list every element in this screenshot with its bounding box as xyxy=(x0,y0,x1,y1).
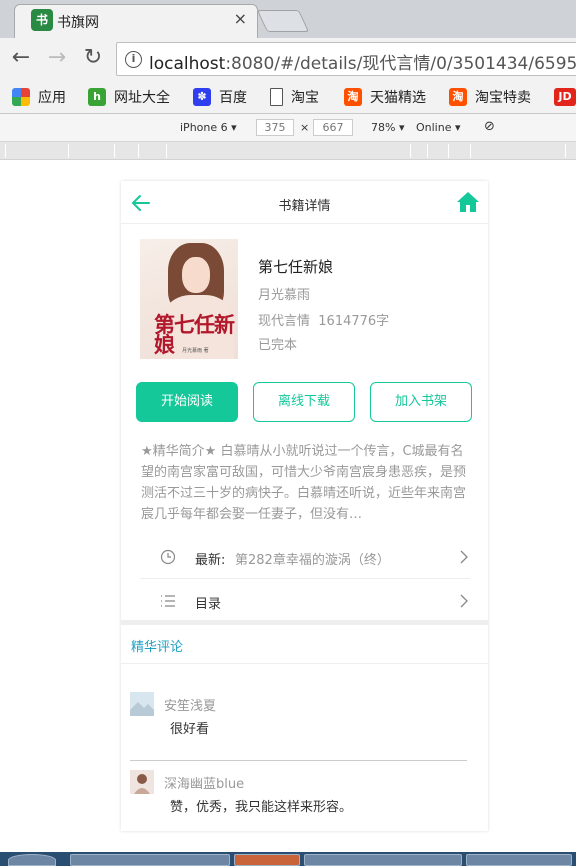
device-toolbar: iPhone 6 ▾ 375 × 667 78% ▾ Online ▾ ⊘ xyxy=(0,114,576,142)
bookmark-taobao[interactable]: 淘宝 xyxy=(270,86,319,108)
page-header: 书籍详情 xyxy=(121,181,488,224)
tab-close-icon[interactable]: × xyxy=(234,9,247,28)
book-category-words: 现代言情 1614776字 xyxy=(258,310,389,329)
bookmark-label: 天猫精选 xyxy=(370,90,426,106)
latest-chapter: 第282章幸福的漩涡（终） xyxy=(235,553,390,568)
width-input[interactable]: 375 xyxy=(256,119,294,136)
offline-download-button[interactable]: 离线下载 xyxy=(253,382,355,422)
os-taskbar xyxy=(0,852,576,866)
browser-tab-bar: 书 书旗网 × xyxy=(0,0,576,38)
latest-label: 最新: xyxy=(195,553,226,568)
back-arrow-icon[interactable]: ← xyxy=(8,46,34,72)
url-host: localhost xyxy=(149,54,226,74)
rotate-icon[interactable]: ⊘ xyxy=(484,119,495,134)
site-favicon-icon: 书 xyxy=(31,9,53,31)
catalog-row[interactable]: 目录 xyxy=(140,579,470,623)
address-bar[interactable]: i localhost:8080/#/details/现代言情/0/350143… xyxy=(116,42,576,76)
device-name: iPhone 6 xyxy=(180,121,228,134)
section-divider xyxy=(121,620,488,625)
book-author[interactable]: 月光慕雨 xyxy=(258,284,310,303)
book-category: 现代言情 xyxy=(258,314,311,329)
book-intro[interactable]: ★精华简介★ 白慕晴从小就听说过一个传言，C城最有名望的南宫家富可敌国，可惜大少… xyxy=(141,441,471,525)
bookmark-tmall[interactable]: 淘 天猫精选 xyxy=(344,86,426,108)
taskbar-app[interactable] xyxy=(466,854,572,866)
bookmark-jd[interactable]: JD xyxy=(554,86,576,108)
taskbar-app[interactable] xyxy=(70,854,230,866)
bookmark-label: 应用 xyxy=(38,90,66,106)
comment-user[interactable]: 安笙浅夏 xyxy=(164,695,216,714)
clock-icon xyxy=(160,549,176,565)
jd-icon: JD xyxy=(554,88,576,106)
bookmark-label: 淘宝特卖 xyxy=(475,90,531,106)
catalog-label: 目录 xyxy=(195,597,222,612)
url-path: :8080/#/details/现代言情/0/3501434/6595 xyxy=(225,54,576,74)
taskbar-app[interactable] xyxy=(234,854,300,866)
new-tab-button[interactable] xyxy=(256,10,310,32)
book-word-count: 1614776字 xyxy=(318,314,390,329)
comment-user[interactable]: 深海幽蓝blue xyxy=(164,773,244,792)
bookmark-label: 淘宝 xyxy=(291,90,319,106)
section-line xyxy=(121,663,488,664)
comment-text: 很好看 xyxy=(170,722,210,737)
comment-separator xyxy=(130,760,467,761)
book-status: 已完本 xyxy=(258,338,298,353)
forward-arrow-icon[interactable]: → xyxy=(44,46,70,72)
avatar[interactable] xyxy=(130,692,154,716)
apps-grid-icon xyxy=(12,88,30,106)
browser-tab[interactable]: 书 书旗网 × xyxy=(14,4,258,38)
start-reading-button[interactable]: 开始阅读 xyxy=(136,382,238,422)
taobao-icon: 淘 xyxy=(449,88,467,106)
page-icon xyxy=(270,88,283,106)
taskbar-app[interactable] xyxy=(304,854,462,866)
tab-title: 书旗网 xyxy=(57,15,99,31)
height-input[interactable]: 667 xyxy=(313,119,353,136)
start-button[interactable] xyxy=(8,854,56,866)
bookmark-label: 网址大全 xyxy=(114,90,170,106)
avatar[interactable] xyxy=(130,770,154,794)
add-to-shelf-button[interactable]: 加入书架 xyxy=(370,382,472,422)
bookmarks-bar: 应用 h 网址大全 ✽ 百度 淘宝 淘 天猫精选 淘 淘宝特卖 JD xyxy=(0,80,576,114)
baidu-paw-icon: ✽ xyxy=(193,88,211,106)
device-select[interactable]: iPhone 6 ▾ xyxy=(180,121,237,134)
reload-icon[interactable]: ↻ xyxy=(80,46,106,72)
chevron-right-icon xyxy=(460,550,468,564)
latest-chapter-row[interactable]: 最新: 第282章幸福的漩涡（终） xyxy=(140,535,470,579)
media-query-ruler xyxy=(0,142,576,160)
mobile-page: 书籍详情 第七任新娘 月光慕雨 著 第七任新娘 月光慕雨 现代言情 161477… xyxy=(121,181,488,831)
url-text: localhost:8080/#/details/现代言情/0/3501434/… xyxy=(149,49,576,74)
comments-title: 精华评论 xyxy=(131,640,184,655)
zoom-value: 78% xyxy=(371,121,396,134)
comment-text: 赞，优秀，我只能这样来形容。 xyxy=(170,800,353,815)
cover-face xyxy=(182,257,210,293)
bookmark-hao123[interactable]: h 网址大全 xyxy=(88,86,170,108)
page-title: 书籍详情 xyxy=(278,199,331,214)
hao-icon: h xyxy=(88,88,106,106)
list-icon xyxy=(161,595,175,607)
cover-author: 月光慕雨 著 xyxy=(182,348,209,354)
bookmark-taobao-sale[interactable]: 淘 淘宝特卖 xyxy=(449,86,531,108)
browser-toolbar: ← → ↻ i localhost:8080/#/details/现代言情/0/… xyxy=(0,38,576,80)
home-icon[interactable] xyxy=(456,191,480,213)
info-icon[interactable]: i xyxy=(125,51,142,68)
bookmark-baidu[interactable]: ✽ 百度 xyxy=(193,86,247,108)
network-value: Online xyxy=(416,121,452,134)
book-title: 第七任新娘 xyxy=(258,258,334,276)
taobao-icon: 淘 xyxy=(344,88,362,106)
bookmark-label: 百度 xyxy=(219,90,247,106)
network-select[interactable]: Online ▾ xyxy=(416,121,461,134)
chevron-right-icon xyxy=(460,594,468,608)
dimension-times: × xyxy=(300,121,310,134)
book-cover[interactable]: 第七任新娘 月光慕雨 著 xyxy=(140,239,238,359)
zoom-select[interactable]: 78% ▾ xyxy=(371,121,404,134)
bookmark-apps[interactable]: 应用 xyxy=(12,86,66,108)
